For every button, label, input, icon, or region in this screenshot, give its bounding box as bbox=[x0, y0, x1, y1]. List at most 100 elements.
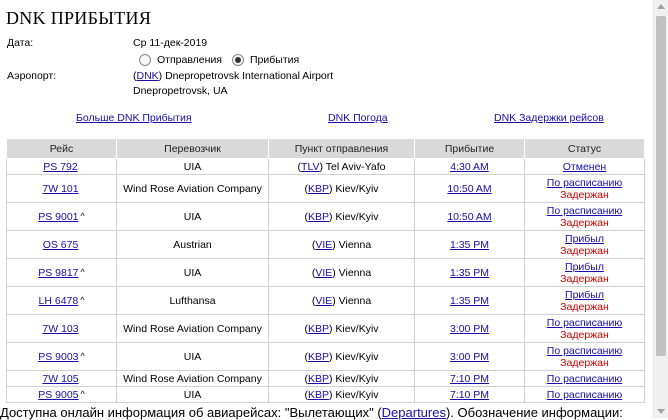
origin-city: Vienna bbox=[335, 266, 372, 279]
flight-number-link[interactable]: 7W 105 bbox=[42, 373, 78, 385]
airport-label: Аэропорт: bbox=[7, 70, 57, 82]
departures-radio[interactable] bbox=[139, 54, 151, 66]
codeshare-marker: ^ bbox=[80, 350, 85, 361]
origin-cell: (KBP) Kiev/Kyiv bbox=[268, 386, 415, 403]
status-link[interactable]: По расписанию bbox=[547, 345, 622, 357]
arrival-time-link[interactable]: 10:50 AM bbox=[447, 183, 491, 195]
arrivals-table: Рейс Перевозчик Пункт отправления Прибыт… bbox=[6, 138, 645, 403]
column-header-flight: Рейс bbox=[6, 138, 117, 159]
departures-radio-label[interactable]: Отправления bbox=[157, 54, 222, 66]
status-cell: По расписанию Задержан bbox=[524, 314, 645, 343]
table-row: PS 9001 ^ UIA (KBP) Kiev/Kyiv 10:50 AM По рас… bbox=[6, 202, 645, 231]
carrier-cell: Austrian bbox=[116, 230, 269, 259]
origin-cell: (VIE) Vienna bbox=[268, 286, 415, 315]
delay-status: Задержан bbox=[560, 328, 609, 341]
table-row: PS 792 UIA (TLV) Tel Aviv-Yafo 4:30 AM Отмен… bbox=[6, 158, 645, 175]
arrival-time-link[interactable]: 10:50 AM bbox=[447, 211, 491, 223]
origin-code-link[interactable]: KBP bbox=[308, 351, 329, 363]
origin-code-link[interactable]: TLV bbox=[301, 161, 319, 173]
flight-cell: PS 9005 ^ bbox=[6, 386, 117, 403]
origin-code-link[interactable]: KBP bbox=[308, 373, 329, 385]
arrival-time-link[interactable]: 7:10 PM bbox=[450, 373, 489, 385]
arrival-time-cell: 1:35 PM bbox=[414, 230, 525, 259]
status-cell: По расписанию Задержан bbox=[524, 202, 645, 231]
origin-city: Kiev/Kyiv bbox=[332, 372, 379, 385]
arrivals-radio-label[interactable]: Прибытия bbox=[250, 54, 299, 66]
flight-number-link[interactable]: 7W 103 bbox=[42, 323, 78, 335]
airport-name: Dnepropetrovsk International Airport bbox=[162, 70, 334, 82]
origin-city: Vienna bbox=[335, 294, 372, 307]
column-header-carrier: Перевозчик bbox=[116, 138, 269, 159]
carrier-cell: UIA bbox=[116, 158, 269, 175]
flight-number-link[interactable]: PS 9005 bbox=[38, 389, 78, 401]
flight-number-link[interactable]: 7W 101 bbox=[42, 183, 78, 195]
direction-radio-group: Отправления Прибытия bbox=[139, 54, 299, 66]
table-row: 7W 103 Wind Rose Aviation Company (KBP) Ki… bbox=[6, 314, 645, 343]
status-link[interactable]: Прибыл bbox=[565, 289, 604, 301]
arrival-time-link[interactable]: 1:35 PM bbox=[450, 295, 489, 307]
arrival-time-link[interactable]: 1:35 PM bbox=[450, 267, 489, 279]
origin-code-link[interactable]: VIE bbox=[315, 295, 332, 307]
status-cell: Отменен bbox=[524, 158, 645, 175]
arrival-time-link[interactable]: 3:00 PM bbox=[450, 323, 489, 335]
status-link[interactable]: По расписанию bbox=[547, 317, 622, 329]
flight-number-link[interactable]: LH 6478 bbox=[39, 295, 79, 307]
arrival-time-cell: 10:50 AM bbox=[414, 202, 525, 231]
status-link[interactable]: Прибыл bbox=[565, 233, 604, 245]
status-link[interactable]: Отменен bbox=[563, 161, 606, 173]
origin-code-link[interactable]: KBP bbox=[308, 183, 329, 195]
arrival-time-cell: 4:30 AM bbox=[414, 158, 525, 175]
flight-cell: PS 9003 ^ bbox=[6, 342, 117, 371]
scroll-down-arrow-icon[interactable] bbox=[657, 409, 665, 414]
table-row: PS 9003 ^ UIA (KBP) Kiev/Kyiv 3:00 PM По расп… bbox=[6, 342, 645, 371]
arrival-time-cell: 3:00 PM bbox=[414, 314, 525, 343]
flight-cell: PS 9817 ^ bbox=[6, 258, 117, 287]
weather-link[interactable]: DNK Погода bbox=[328, 112, 388, 124]
delays-link[interactable]: DNK Задержки рейсов bbox=[494, 112, 604, 124]
flight-number-link[interactable]: PS 792 bbox=[43, 161, 77, 173]
status-cell: Прибыл Задержан bbox=[524, 230, 645, 259]
scroll-up-arrow-icon[interactable] bbox=[657, 4, 665, 9]
status-link[interactable]: По расписанию bbox=[547, 177, 622, 189]
origin-cell: (VIE) Vienna bbox=[268, 230, 415, 259]
status-link[interactable]: Прибыл bbox=[565, 261, 604, 273]
status-cell: По расписанию Задержан bbox=[524, 174, 645, 203]
origin-cell: (KBP) Kiev/Kyiv bbox=[268, 314, 415, 343]
arrival-time-cell: 7:10 PM bbox=[414, 386, 525, 403]
delay-status: Задержан bbox=[560, 216, 609, 229]
arrival-time-link[interactable]: 7:10 PM bbox=[450, 389, 489, 401]
arrival-time-link[interactable]: 4:30 AM bbox=[450, 161, 489, 173]
origin-code-link[interactable]: KBP bbox=[308, 211, 329, 223]
carrier-cell: UIA bbox=[116, 258, 269, 287]
table-header-row: Рейс Перевозчик Пункт отправления Прибыт… bbox=[6, 138, 645, 159]
status-link[interactable]: По расписанию bbox=[547, 373, 622, 385]
flight-number-link[interactable]: PS 9001 bbox=[38, 211, 78, 223]
status-cell: По расписанию bbox=[524, 386, 645, 403]
arrival-time-link[interactable]: 1:35 PM bbox=[450, 239, 489, 251]
flight-cell: 7W 105 bbox=[6, 370, 117, 387]
status-link[interactable]: По расписанию bbox=[547, 205, 622, 217]
table-row: PS 9817 ^ UIA (VIE) Vienna 1:35 PM Прибыл Заде… bbox=[6, 258, 645, 287]
carrier-cell: UIA bbox=[116, 342, 269, 371]
flight-number-link[interactable]: PS 9003 bbox=[38, 351, 78, 363]
status-link[interactable]: По расписанию bbox=[547, 389, 622, 401]
delay-status: Задержан bbox=[560, 300, 609, 313]
scrollbar-thumb[interactable] bbox=[656, 16, 666, 356]
flight-number-link[interactable]: PS 9817 bbox=[38, 267, 78, 279]
status-cell: По расписанию Задержан bbox=[524, 342, 645, 371]
flight-number-link[interactable]: OS 675 bbox=[43, 239, 79, 251]
origin-city: Kiev/Kyiv bbox=[332, 322, 379, 335]
codeshare-marker: ^ bbox=[80, 210, 85, 221]
airport-code-link[interactable]: DNK bbox=[137, 70, 159, 82]
more-arrivals-link[interactable]: Больше DNK Прибытия bbox=[76, 112, 192, 124]
arrival-time-link[interactable]: 3:00 PM bbox=[450, 351, 489, 363]
origin-code-link[interactable]: VIE bbox=[315, 267, 332, 279]
origin-city: Kiev/Kyiv bbox=[332, 182, 379, 195]
origin-code-link[interactable]: KBP bbox=[308, 389, 329, 401]
vertical-scrollbar[interactable] bbox=[653, 0, 668, 418]
origin-cell: (VIE) Vienna bbox=[268, 258, 415, 287]
arrivals-radio[interactable] bbox=[232, 54, 244, 66]
origin-code-link[interactable]: KBP bbox=[308, 323, 329, 335]
origin-code-link[interactable]: VIE bbox=[315, 239, 332, 251]
table-row: PS 9005 ^ UIA (KBP) Kiev/Kyiv 7:10 PM По расп… bbox=[6, 386, 645, 403]
